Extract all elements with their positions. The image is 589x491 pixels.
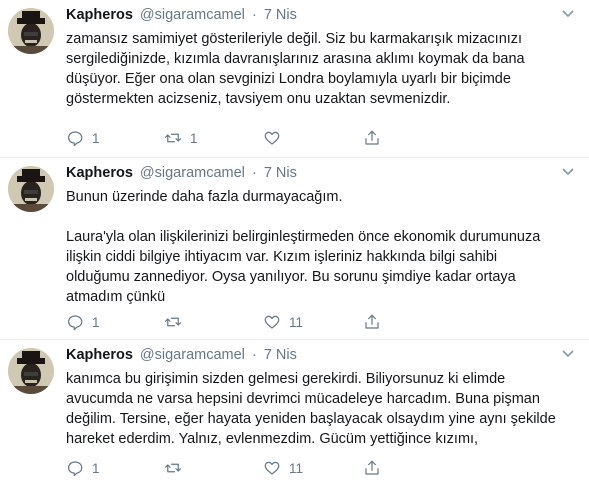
- author-name[interactable]: Kapheros: [66, 165, 133, 181]
- tweet-actions: 1 11: [66, 312, 566, 332]
- separator: ·: [251, 7, 257, 23]
- retweet-count: 1: [190, 130, 198, 146]
- tweet-text: zamansız samimiyet gösterileriyle değil.…: [66, 31, 525, 107]
- avatar-image: [8, 348, 54, 394]
- tweet[interactable]: Kapheros @sigaramcamel · 7 Nis Bunun üze…: [0, 158, 589, 340]
- retweet-button[interactable]: [164, 458, 190, 478]
- reply-count: 1: [92, 130, 100, 146]
- share-icon: [365, 130, 379, 145]
- retweet-icon: [164, 133, 182, 143]
- retweet-icon: [164, 317, 182, 327]
- tweet-date[interactable]: 7 Nis: [264, 347, 297, 363]
- share-icon: [365, 460, 379, 475]
- like-count: 11: [289, 460, 304, 476]
- tweet-text: kanımca bu girişimin sizden gelmesi gere…: [66, 371, 556, 447]
- share-button[interactable]: [363, 458, 381, 478]
- share-icon: [365, 314, 379, 329]
- tweet-header: Kapheros @sigaramcamel · 7 Nis: [66, 165, 297, 181]
- chevron-down-icon[interactable]: [561, 9, 575, 19]
- tweet-header: Kapheros @sigaramcamel · 7 Nis: [66, 7, 297, 23]
- separator: ·: [251, 347, 257, 363]
- retweet-icon: [164, 463, 182, 473]
- avatar[interactable]: [8, 8, 54, 54]
- like-count: 11: [289, 314, 304, 330]
- avatar-image: [8, 8, 54, 54]
- reply-button[interactable]: 1: [66, 128, 100, 148]
- author-handle[interactable]: @sigaramcamel: [140, 165, 245, 181]
- tweet[interactable]: Kapheros @sigaramcamel · 7 Nis kanımca b…: [0, 340, 589, 491]
- tweet-date[interactable]: 7 Nis: [264, 165, 297, 181]
- author-name[interactable]: Kapheros: [66, 347, 133, 363]
- share-button[interactable]: [363, 312, 381, 332]
- retweet-button[interactable]: 1: [164, 128, 198, 148]
- reply-icon: [68, 461, 83, 477]
- retweet-button[interactable]: [164, 312, 190, 332]
- tweet-text: Bunun üzerinde daha fazla durmayacağım. …: [66, 189, 541, 305]
- tweet-date[interactable]: 7 Nis: [264, 7, 297, 23]
- chevron-down-icon[interactable]: [561, 167, 575, 177]
- heart-icon: [264, 461, 280, 475]
- like-button[interactable]: 11: [263, 458, 303, 478]
- author-handle[interactable]: @sigaramcamel: [140, 347, 245, 363]
- heart-icon: [264, 131, 280, 145]
- tweet[interactable]: Kapheros @sigaramcamel · 7 Nis zamansız …: [0, 0, 589, 158]
- like-button[interactable]: [263, 128, 289, 148]
- like-button[interactable]: 11: [263, 312, 303, 332]
- author-name[interactable]: Kapheros: [66, 7, 133, 23]
- reply-button[interactable]: 1: [66, 312, 100, 332]
- chevron-down-icon[interactable]: [561, 349, 575, 359]
- avatar-image: [8, 166, 54, 212]
- reply-button[interactable]: 1: [66, 458, 100, 478]
- heart-icon: [264, 315, 280, 329]
- avatar[interactable]: [8, 166, 54, 212]
- reply-count: 1: [92, 460, 100, 476]
- reply-icon: [68, 131, 83, 147]
- tweet-header: Kapheros @sigaramcamel · 7 Nis: [66, 347, 297, 363]
- share-button[interactable]: [363, 128, 381, 148]
- tweet-actions: 1 1: [66, 128, 566, 148]
- tweet-actions: 1 11: [66, 458, 566, 478]
- avatar[interactable]: [8, 348, 54, 394]
- separator: ·: [251, 165, 257, 181]
- reply-icon: [68, 315, 83, 331]
- reply-count: 1: [92, 314, 100, 330]
- author-handle[interactable]: @sigaramcamel: [140, 7, 245, 23]
